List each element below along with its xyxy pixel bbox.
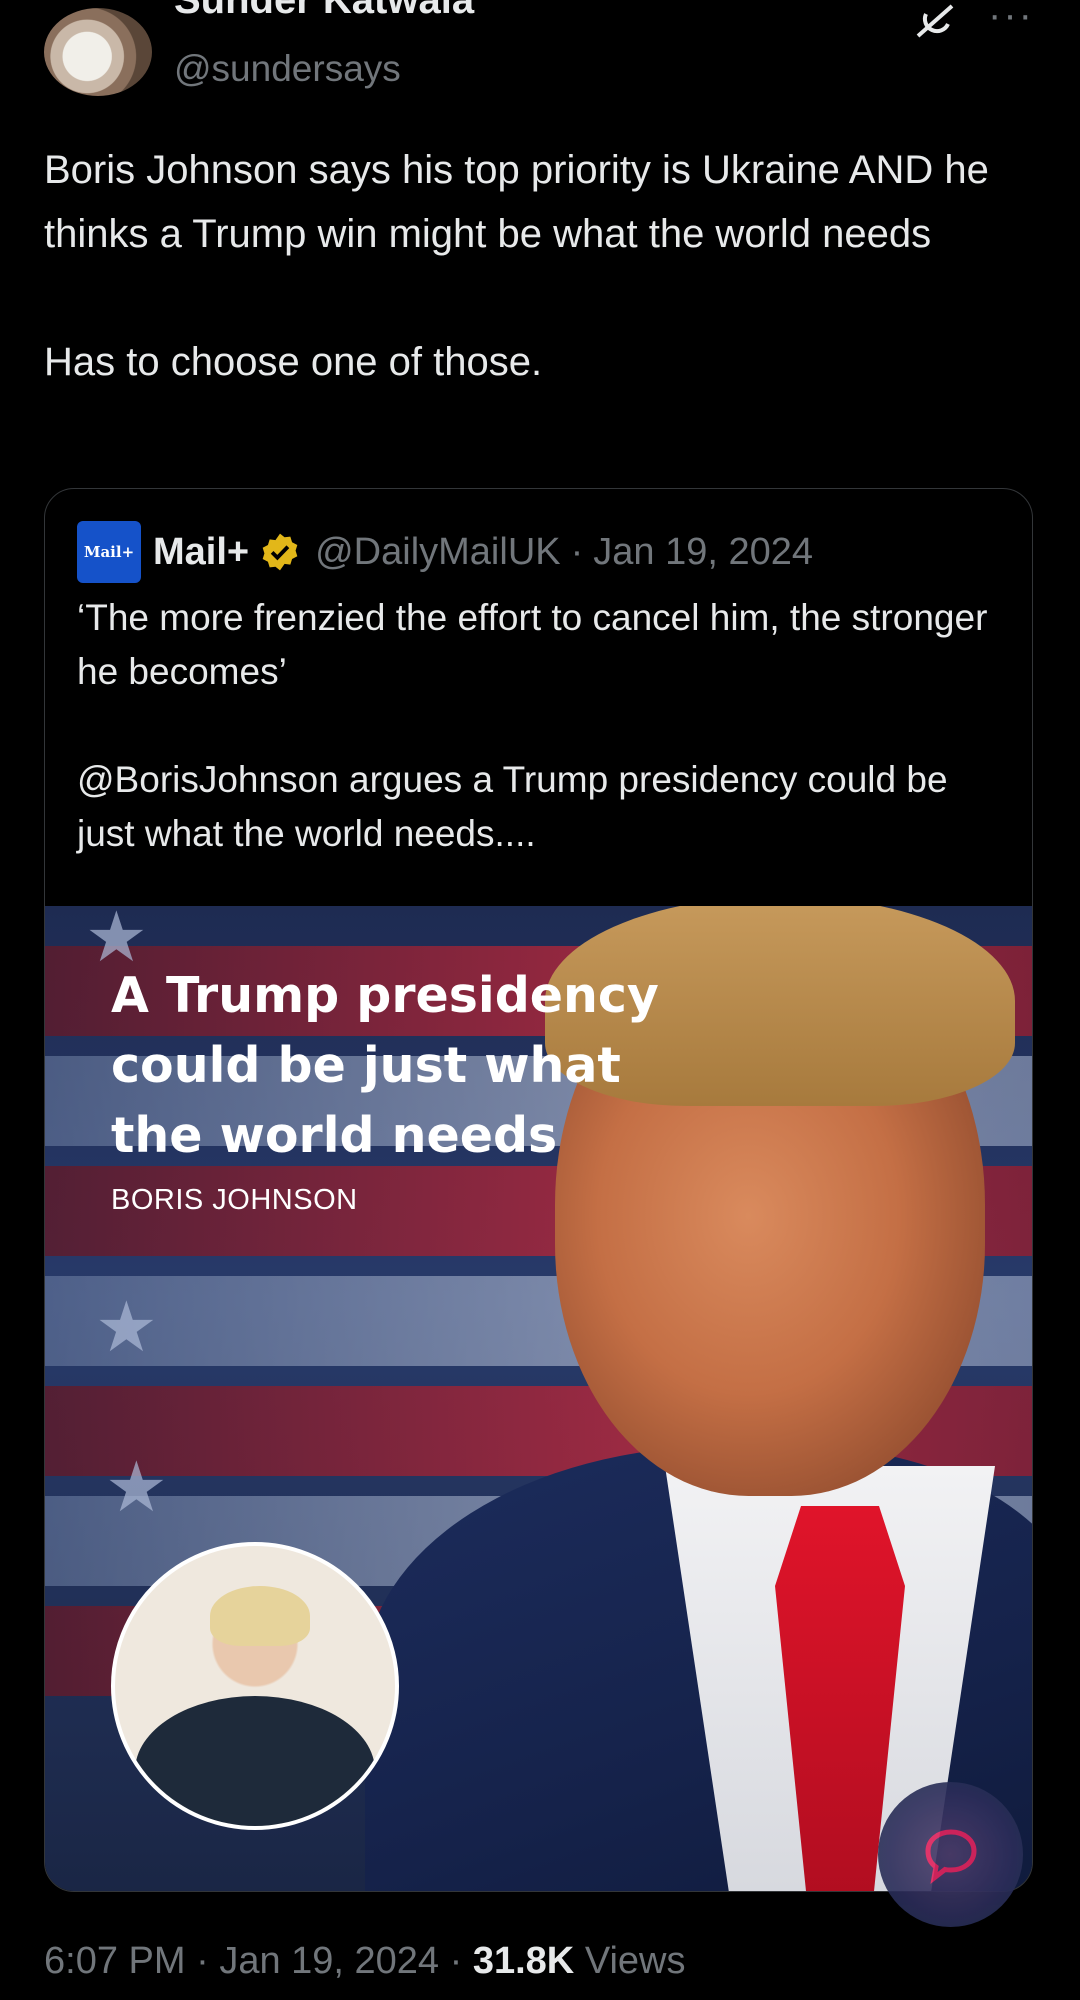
flag-star: ★ [95,1288,158,1366]
quoted-author-handle: @DailyMailUK [315,530,561,573]
author-avatar[interactable] [44,8,152,96]
reply-fab-button[interactable] [878,1782,1023,1927]
quoted-date: Jan 19, 2024 [593,530,814,573]
quoted-tweet[interactable]: Mail+ Mail+ @DailyMailUK · Jan 19, 2024 … [44,488,1033,1892]
tweet-time[interactable]: 6:07 PM [44,1940,186,1982]
tweet-text-line1: Boris Johnson says his top priority is U… [44,148,989,256]
grok-icon[interactable] [912,2,958,42]
tweet-text: Boris Johnson says his top priority is U… [44,138,1034,394]
quoted-tweet-header: Mail+ Mail+ @DailyMailUK · Jan 19, 2024 [77,521,813,583]
tweet-date[interactable]: Jan 19, 2024 [219,1940,439,1982]
quoted-media-image[interactable]: ★ ★ ★ A Trump presidency could be just w… [45,906,1032,1891]
quoted-text-line2: @BorisJohnson argues a Trump presidency … [77,759,948,854]
boris-johnson-portrait [111,1542,399,1830]
tweet-footer: 6:07 PM · Jan 19, 2024 · 31.8K Views [44,1940,686,1982]
quoted-author-name: Mail+ [153,530,250,573]
media-headline: A Trump presidency could be just what th… [111,967,659,1164]
author-display-name[interactable]: Sunder Katwala [174,0,474,23]
verified-badge-icon [262,533,298,571]
views-label: Views [584,1940,686,1982]
views-count: 31.8K [472,1940,575,1982]
tweet-header: Sunder Katwala @sundersays ··· [0,0,1080,110]
quoted-text-line1: ‘The more frenzied the effort to cancel … [77,597,988,692]
tweet-text-line2: Has to choose one of those. [44,340,543,384]
quoted-tweet-text: ‘The more frenzied the effort to cancel … [77,591,997,861]
mail-plus-logo: Mail+ [77,521,141,583]
more-icon[interactable]: ··· [988,0,1034,35]
reply-fab-icon [925,1829,977,1884]
flag-star: ★ [105,1448,168,1526]
author-handle[interactable]: @sundersays [174,48,401,90]
media-byline: BORIS JOHNSON [111,1184,358,1216]
separator-dot: · [570,530,584,573]
